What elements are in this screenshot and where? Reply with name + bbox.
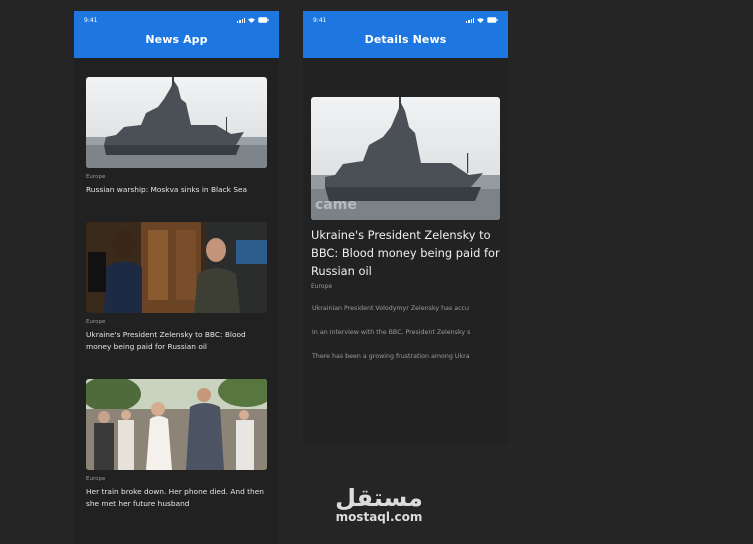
page-title: Details News [364,33,447,46]
article-headline[interactable]: Russian warship: Moskva sinks in Black S… [86,184,267,196]
news-thumbnail-warship [86,77,267,168]
status-time: 9:41 [84,16,98,24]
news-detail-screen: 9:41 Details News came Ukraine's Preside… [303,11,508,444]
detail-category: Europe [311,283,333,290]
news-thumbnail-wedding [86,379,267,470]
app-bar: 9:41 Details News [303,11,508,58]
image-watermark: came [315,197,357,213]
app-bar: 9:41 News App [74,11,279,58]
wifi-icon [477,17,484,23]
battery-icon [487,17,498,23]
article-headline[interactable]: Her train broke down. Her phone died. An… [86,486,267,510]
detail-headline: Ukraine's President Zelensky to BBC: Blo… [311,228,500,278]
article-category: Europe [86,174,106,180]
news-card[interactable]: Europe Russian warship: Moskva sinks in … [86,77,267,196]
article-headline[interactable]: Ukraine's President Zelensky to BBC: Blo… [86,329,267,353]
detail-paragraph: Ukrainian President Volodymyr Zelensky h… [312,305,470,312]
news-list-screen: 9:41 News App Europe Russian warship: Mo… [74,11,279,544]
page-title: News App [145,33,208,46]
detail-paragraph: There has been a growing frustration amo… [312,353,470,360]
detail-image-warship: came [311,97,500,220]
mostaql-logo: مستقل mostaql.com [329,485,429,523]
news-card[interactable]: Europe Her train broke down. Her phone d… [86,379,267,510]
status-bar: 9:41 [313,15,498,25]
status-time: 9:41 [313,16,327,24]
status-bar: 9:41 [84,15,269,25]
signal-icon [466,17,474,23]
logo-latin-text: mostaql.com [335,510,423,524]
battery-icon [258,17,269,23]
article-category: Europe [86,476,106,482]
logo-arabic-text: مستقل [335,484,424,512]
news-thumbnail-interview [86,222,267,313]
wifi-icon [248,17,255,23]
news-card[interactable]: Europe Ukraine's President Zelensky to B… [86,222,267,353]
detail-paragraph: In an interview with the BBC, President … [312,329,471,336]
signal-icon [237,17,245,23]
article-category: Europe [86,319,106,325]
